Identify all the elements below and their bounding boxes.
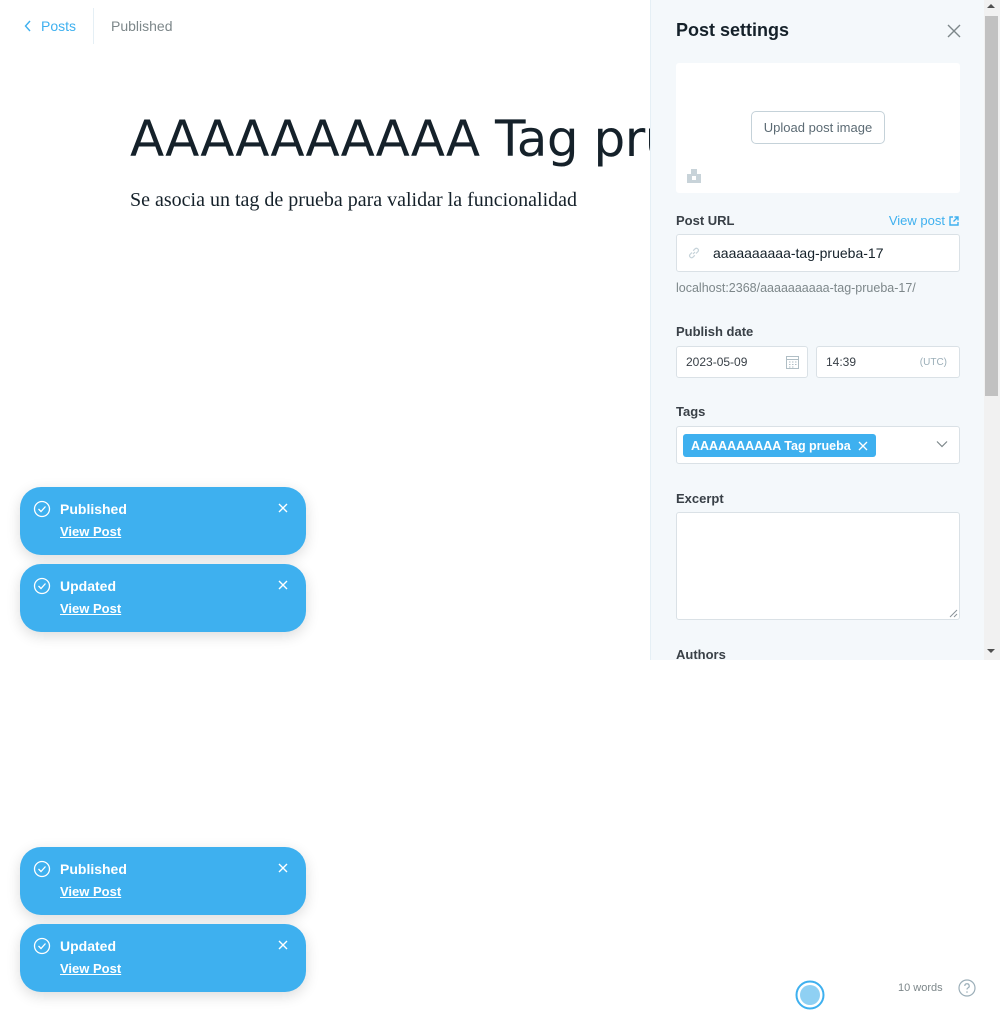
back-link-label: Posts: [41, 18, 77, 34]
post-status: Published: [111, 18, 173, 34]
publish-date-input[interactable]: 2023-05-09: [676, 346, 808, 378]
tags-label: Tags: [676, 404, 706, 419]
chevron-down-icon[interactable]: [936, 440, 948, 448]
toast-title: Published: [60, 501, 127, 517]
chevron-left-icon: [24, 20, 31, 32]
view-post-label: View post: [888, 213, 945, 228]
post-url-input[interactable]: aaaaaaaaaa-tag-prueba-17: [676, 234, 960, 272]
scrollbar-thumb[interactable]: [985, 16, 998, 396]
scroll-up-arrow-icon[interactable]: [987, 3, 995, 9]
check-circle-icon: [33, 500, 51, 518]
authors-label: Authors: [676, 647, 726, 660]
publish-time-input[interactable]: 14:39 (UTC): [816, 346, 960, 378]
post-settings-panel: Post settings Upload post image Post URL…: [650, 0, 1000, 660]
toast-title: Updated: [60, 578, 116, 594]
post-url-label: Post URL: [676, 213, 735, 228]
check-circle-icon: [33, 860, 51, 878]
excerpt-label: Excerpt: [676, 491, 724, 506]
post-title[interactable]: AAAAAAAAAA Tag prueba: [130, 110, 650, 168]
remove-tag-button[interactable]: [858, 441, 868, 451]
toast-updated: Updated View Post: [20, 564, 306, 632]
image-icon: [687, 169, 701, 183]
editor-area: Posts Published AAAAAAAAAA Tag prueba Se…: [0, 0, 650, 660]
publish-time-value: 14:39: [826, 355, 857, 369]
post-body[interactable]: Se asocia un tag de prueba para validar …: [130, 189, 577, 212]
external-link-icon: [949, 215, 959, 226]
panel-title: Post settings: [676, 20, 790, 40]
publish-date-label: Publish date: [676, 324, 754, 339]
toast-published: Published View Post: [20, 847, 306, 915]
timezone-label: (UTC): [919, 357, 947, 368]
toast-view-post-link[interactable]: View Post: [60, 601, 121, 616]
toast-title: Published: [60, 861, 127, 877]
close-icon[interactable]: [278, 580, 288, 590]
toast-title: Updated: [60, 938, 116, 954]
close-icon[interactable]: [946, 23, 962, 39]
post-url-value: aaaaaaaaaa-tag-prueba-17: [713, 245, 884, 261]
close-icon[interactable]: [278, 503, 288, 513]
breadcrumb: Posts Published: [24, 8, 173, 44]
upload-post-image-button[interactable]: Upload post image: [751, 111, 885, 144]
publish-date-value: 2023-05-09: [686, 355, 748, 369]
toast-view-post-link[interactable]: View Post: [60, 524, 121, 539]
view-post-link[interactable]: View post: [889, 213, 959, 228]
close-icon[interactable]: [278, 863, 288, 873]
check-circle-icon: [33, 937, 51, 955]
calendar-icon: [786, 356, 799, 369]
excerpt-textarea[interactable]: [676, 512, 960, 620]
loading-spinner-icon: [795, 980, 825, 1010]
back-to-posts-link[interactable]: Posts: [24, 8, 93, 44]
word-count: 10 words: [898, 982, 943, 994]
toast-published: Published View Post: [20, 487, 306, 555]
post-image-dropzone[interactable]: Upload post image: [676, 63, 960, 193]
toast-updated: Updated View Post: [20, 924, 306, 992]
tag-chip[interactable]: AAAAAAAAAA Tag prueba: [683, 434, 876, 457]
tag-chip-label: AAAAAAAAAA Tag prueba: [691, 438, 851, 453]
check-circle-icon: [33, 577, 51, 595]
close-icon: [858, 441, 868, 450]
help-icon[interactable]: [958, 979, 976, 997]
toast-view-post-link[interactable]: View Post: [60, 884, 121, 899]
scroll-down-arrow-icon[interactable]: [987, 648, 995, 654]
tags-input[interactable]: AAAAAAAAAA Tag prueba: [676, 426, 960, 464]
post-url-preview: localhost:2368/aaaaaaaaaa-tag-prueba-17/: [676, 281, 916, 295]
close-icon[interactable]: [278, 940, 288, 950]
toast-view-post-link[interactable]: View Post: [60, 961, 121, 976]
resize-handle-icon[interactable]: [948, 608, 958, 618]
link-icon: [689, 247, 699, 259]
